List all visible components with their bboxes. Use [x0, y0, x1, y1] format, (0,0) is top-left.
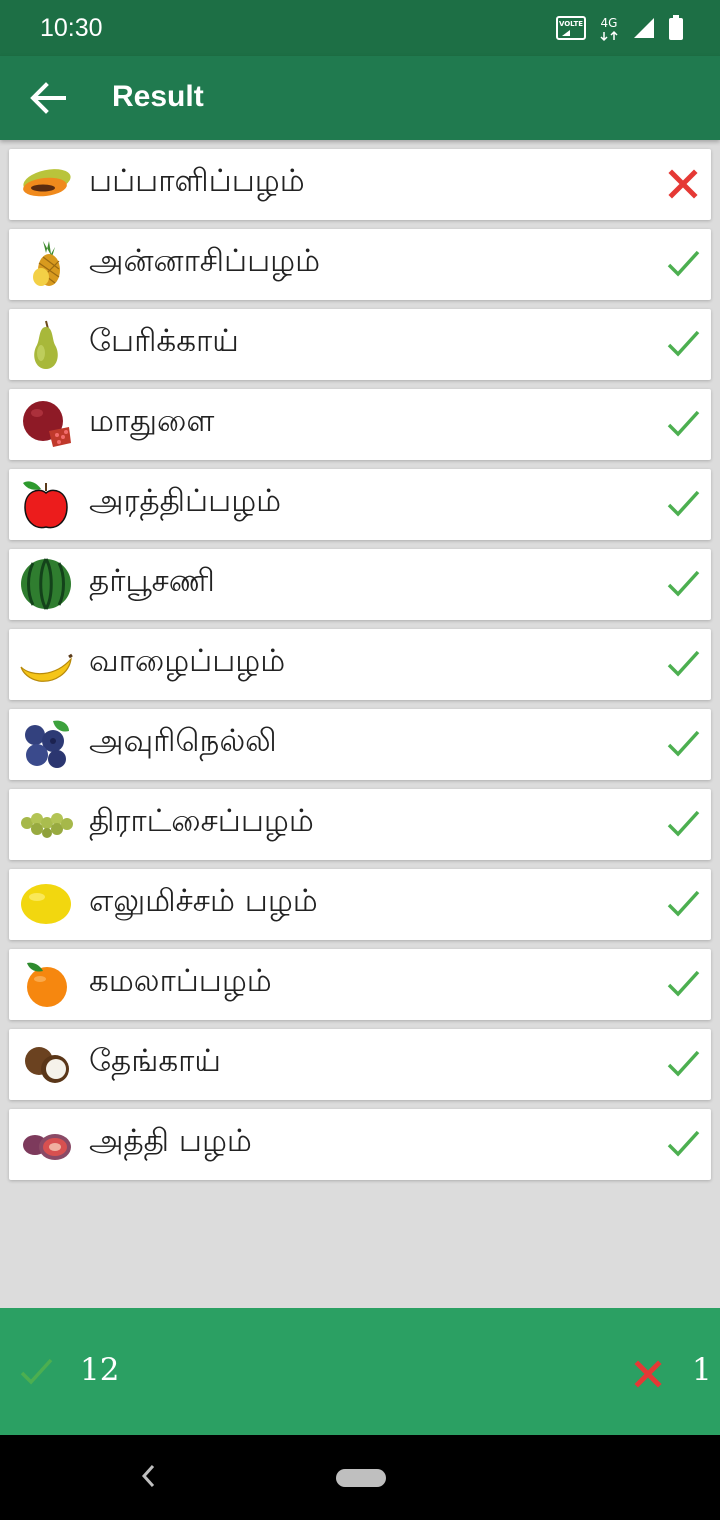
result-item[interactable]: பப்பாளிப்பழம்	[9, 149, 711, 220]
check-icon	[667, 970, 700, 997]
check-icon	[667, 490, 700, 517]
lemon-icon	[21, 884, 71, 924]
wrong-icon	[668, 169, 698, 199]
check-icon	[667, 1050, 700, 1077]
check-icon	[667, 650, 700, 677]
result-item[interactable]: அத்தி பழம்	[9, 1109, 711, 1180]
check-icon	[667, 1130, 700, 1157]
result-item[interactable]: கமலாப்பழம்	[9, 949, 711, 1020]
system-navigation-bar	[0, 1435, 720, 1520]
arrow-left-icon	[30, 82, 66, 114]
status-time: 10:30	[40, 14, 103, 42]
wrong-count: 1	[692, 1352, 712, 1388]
fruit-name: வாழைப்பழம்	[89, 643, 286, 679]
result-item[interactable]: மாதுளை	[9, 389, 711, 460]
fruit-name: மாதுளை	[89, 403, 215, 439]
results-list: பப்பாளிப்பழம் அன்னாசிப்பழம் பேரிக்காய் ம…	[9, 149, 711, 1189]
result-item[interactable]: திராட்சைப்பழம்	[9, 789, 711, 860]
fruit-name: கமலாப்பழம்	[89, 963, 272, 999]
nav-home-button[interactable]	[336, 1469, 386, 1487]
result-item[interactable]: அரத்திப்பழம்	[9, 469, 711, 540]
fruit-name: அவுரிநெல்லி	[89, 723, 277, 759]
correct-count: 12	[80, 1352, 120, 1388]
fruit-name: அரத்திப்பழம்	[89, 483, 282, 519]
apple-icon	[23, 481, 68, 529]
check-icon	[667, 410, 700, 437]
pineapple-icon	[33, 241, 60, 286]
check-icon	[20, 1358, 53, 1385]
battery-icon	[669, 15, 683, 40]
signal-icon	[634, 18, 654, 38]
check-icon	[667, 810, 700, 837]
check-icon	[667, 250, 700, 277]
fruit-name: பப்பாளிப்பழம்	[89, 163, 305, 199]
wrong-icon	[634, 1360, 662, 1388]
pear-icon	[34, 320, 58, 369]
fruit-name: அத்தி பழம்	[89, 1123, 252, 1159]
watermelon-icon	[21, 558, 71, 610]
pomegranate-icon	[23, 401, 71, 447]
nav-back-icon[interactable]	[136, 1461, 160, 1491]
fruit-name: தர்பூசணி	[89, 563, 215, 599]
result-item[interactable]: அன்னாசிப்பழம்	[9, 229, 711, 300]
papaya-icon	[23, 169, 71, 197]
blueberry-icon	[25, 720, 69, 768]
banana-icon	[20, 653, 73, 682]
app-bar: Result	[0, 56, 720, 140]
coconut-icon	[25, 1047, 69, 1083]
page-title: Result	[112, 80, 204, 113]
fruit-name: தேங்காய்	[89, 1043, 221, 1079]
result-item[interactable]: எலுமிச்சம் பழம்	[9, 869, 711, 940]
status-icons: VOLTE 4G	[556, 14, 684, 42]
status-bar: 10:30 VOLTE 4G	[0, 0, 720, 56]
fruit-name: அன்னாசிப்பழம்	[89, 243, 321, 279]
svg-text:4G: 4G	[601, 16, 618, 30]
result-item[interactable]: தர்பூசணி	[9, 549, 711, 620]
check-icon	[667, 890, 700, 917]
volte-icon: VOLTE	[556, 16, 586, 40]
check-icon	[667, 570, 700, 597]
result-item[interactable]: அவுரிநெல்லி	[9, 709, 711, 780]
fig-icon	[23, 1134, 71, 1160]
result-item[interactable]: தேங்காய்	[9, 1029, 711, 1100]
check-icon	[667, 730, 700, 757]
score-footer: 12 1	[0, 1308, 720, 1435]
svg-text:VOLTE: VOLTE	[559, 20, 583, 28]
fruit-name: எலுமிச்சம் பழம்	[89, 883, 318, 919]
network-type-icon: 4G	[600, 16, 618, 42]
grapes-icon	[21, 813, 73, 838]
result-item[interactable]: பேரிக்காய்	[9, 309, 711, 380]
orange-icon	[27, 962, 67, 1007]
fruit-name: பேரிக்காய்	[89, 323, 239, 359]
back-button[interactable]	[20, 72, 76, 124]
check-icon	[667, 330, 700, 357]
result-item[interactable]: வாழைப்பழம்	[9, 629, 711, 700]
fruit-name: திராட்சைப்பழம்	[89, 803, 314, 839]
